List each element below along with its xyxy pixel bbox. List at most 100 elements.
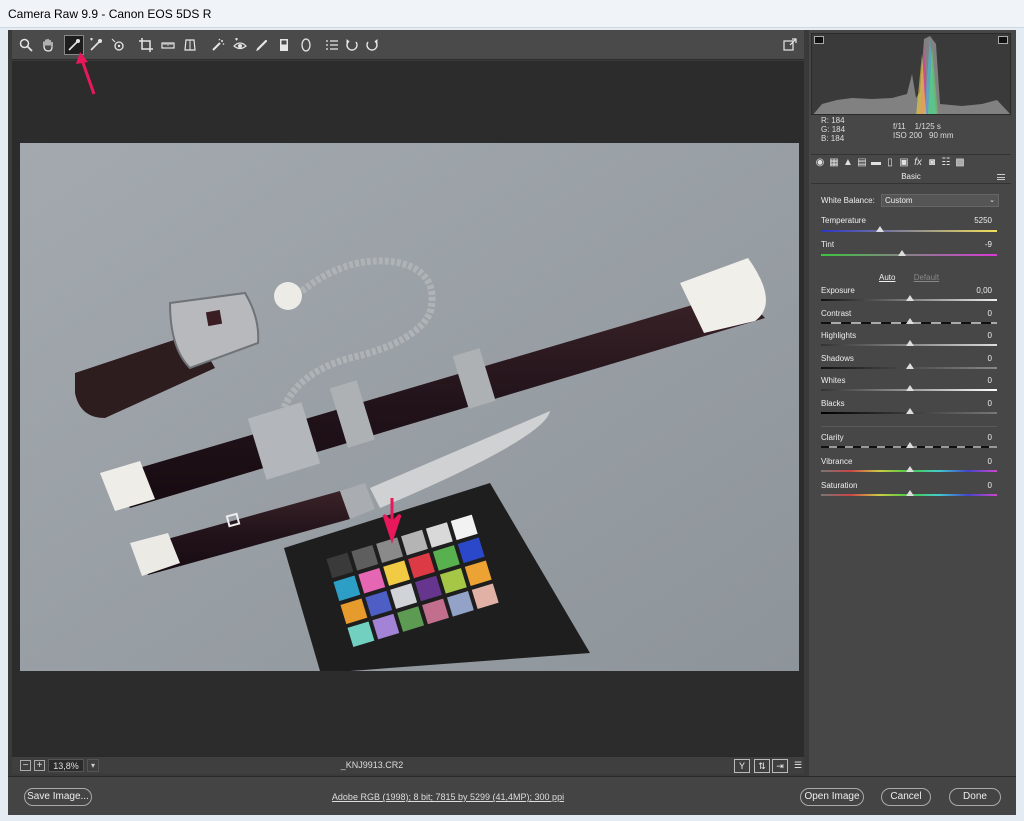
crop-tool-icon[interactable] xyxy=(136,35,156,55)
clarity-thumb[interactable] xyxy=(906,442,914,448)
default-link[interactable]: Default xyxy=(914,273,939,282)
iso-value: ISO 200 xyxy=(893,131,923,140)
g-label: G: xyxy=(821,125,830,134)
preview-image[interactable] xyxy=(20,143,799,671)
zoom-level-field[interactable]: 13,8% xyxy=(48,759,84,772)
highlights-label: Highlights xyxy=(821,331,857,340)
histogram xyxy=(811,33,1011,115)
tint-value[interactable]: -9 xyxy=(985,240,992,249)
temperature-value[interactable]: 5250 xyxy=(974,216,992,225)
fullscreen-toggle-icon[interactable] xyxy=(780,35,800,55)
histogram-graph xyxy=(813,36,1010,114)
exposure-info: f/11 1/125 s ISO 200 90 mm xyxy=(893,122,953,140)
blacks-value[interactable]: 0 xyxy=(988,399,992,408)
contrast-thumb[interactable] xyxy=(906,318,914,324)
targeted-adjustment-tool-icon[interactable] xyxy=(108,35,128,55)
vibrance-thumb[interactable] xyxy=(906,466,914,472)
b-value: 184 xyxy=(830,134,845,143)
open-image-button[interactable]: Open Image xyxy=(800,788,864,806)
tab-split-toning-icon[interactable]: ▬ xyxy=(870,157,882,169)
temperature-thumb[interactable] xyxy=(876,226,884,232)
exposure-value[interactable]: 0,00 xyxy=(976,286,992,295)
chevron-down-icon: ⌄ xyxy=(989,197,995,204)
shutter-value: 1/125 s xyxy=(914,122,941,131)
tab-snapshots-icon[interactable]: ▩ xyxy=(954,157,966,169)
swap-settings-icon[interactable]: ⇅ xyxy=(754,759,770,773)
right-panel: R: 184 G: 184 B: 184 f/11 1/125 s ISO 20… xyxy=(809,30,1016,776)
saturation-value[interactable]: 0 xyxy=(988,481,992,490)
tab-camera-calibration-icon[interactable]: ◙ xyxy=(926,157,938,169)
tab-fx-icon[interactable]: fx xyxy=(912,157,924,169)
toolbar xyxy=(12,30,804,60)
aperture-value: f/11 xyxy=(893,122,906,131)
white-balance-value: Custom xyxy=(885,196,913,205)
tab-effects-icon[interactable]: ▣ xyxy=(898,157,910,169)
file-name: _KNJ9913.CR2 xyxy=(340,760,404,770)
tab-basic-icon[interactable]: ◉ xyxy=(814,157,826,169)
contrast-value[interactable]: 0 xyxy=(988,309,992,318)
panel-menu-icon[interactable] xyxy=(997,174,1005,180)
white-balance-label: White Balance: xyxy=(821,196,875,205)
graduated-filter-tool-icon[interactable] xyxy=(274,35,294,55)
blacks-thumb[interactable] xyxy=(906,408,914,414)
tab-lens-corrections-icon[interactable]: ▯ xyxy=(884,157,896,169)
white-balance-select[interactable]: Custom ⌄ xyxy=(881,194,999,207)
highlights-value[interactable]: 0 xyxy=(988,331,992,340)
vibrance-value[interactable]: 0 xyxy=(988,457,992,466)
tint-thumb[interactable] xyxy=(898,250,906,256)
saturation-thumb[interactable] xyxy=(906,490,914,496)
spot-removal-tool-icon[interactable] xyxy=(208,35,228,55)
zoom-dropdown-chevron-icon[interactable]: ▾ xyxy=(87,759,99,772)
rotate-ccw-icon[interactable] xyxy=(342,35,362,55)
adjustment-brush-tool-icon[interactable] xyxy=(252,35,272,55)
tab-hsl-icon[interactable]: ▤ xyxy=(856,157,868,169)
contrast-label: Contrast xyxy=(821,309,852,318)
exposure-label: Exposure xyxy=(821,286,855,295)
shadows-label: Shadows xyxy=(821,354,854,363)
image-preview-area[interactable] xyxy=(12,61,804,756)
clarity-label: Clarity xyxy=(821,433,844,442)
save-image-button[interactable]: Save Image... xyxy=(24,788,92,806)
preview-status-bar: − + 13,8% ▾ _KNJ9913.CR2 Y ⇅ ⇥ ☰ xyxy=(12,756,804,774)
shadows-value[interactable]: 0 xyxy=(988,354,992,363)
image-info: R: 184 G: 184 B: 184 f/11 1/125 s ISO 20… xyxy=(811,116,1011,150)
whites-thumb[interactable] xyxy=(906,385,914,391)
transform-tool-icon[interactable] xyxy=(180,35,200,55)
zoom-out-button[interactable]: − xyxy=(20,760,31,771)
window-title: Camera Raw 9.9 - Canon EOS 5DS R xyxy=(8,7,212,21)
vibrance-label: Vibrance xyxy=(821,457,853,466)
copy-settings-icon[interactable]: ⇥ xyxy=(772,759,788,773)
auto-link[interactable]: Auto xyxy=(879,273,895,282)
tab-detail-icon[interactable]: ▲ xyxy=(842,157,854,169)
tint-slider[interactable] xyxy=(821,254,997,256)
straighten-tool-icon[interactable] xyxy=(158,35,178,55)
camera-raw-dialog: − + 13,8% ▾ _KNJ9913.CR2 Y ⇅ ⇥ ☰ R: 184 xyxy=(8,30,1016,815)
workflow-options-link[interactable]: Adobe RGB (1998); 8 bit; 7815 by 5299 (4… xyxy=(278,792,618,802)
b-label: B: xyxy=(821,134,829,143)
preview-settings-icon[interactable]: ☰ xyxy=(790,759,806,773)
shadows-thumb[interactable] xyxy=(906,363,914,369)
rotate-cw-icon[interactable] xyxy=(362,35,382,55)
clarity-value[interactable]: 0 xyxy=(988,433,992,442)
focal-length-value: 90 mm xyxy=(929,131,954,140)
zoom-tool-icon[interactable] xyxy=(16,35,36,55)
whites-label: Whites xyxy=(821,376,846,385)
highlights-thumb[interactable] xyxy=(906,340,914,346)
exposure-thumb[interactable] xyxy=(906,295,914,301)
preview-photo-svg xyxy=(20,143,799,671)
preferences-icon[interactable] xyxy=(322,35,342,55)
whites-value[interactable]: 0 xyxy=(988,376,992,385)
hand-tool-icon[interactable] xyxy=(38,35,58,55)
tab-tone-curve-icon[interactable]: ▦ xyxy=(828,157,840,169)
temperature-slider[interactable] xyxy=(821,230,997,232)
zoom-in-button[interactable]: + xyxy=(34,760,45,771)
highlight-clipping-warning-icon[interactable] xyxy=(998,36,1008,44)
panel-tabs: ◉ ▦ ▲ ▤ ▬ ▯ ▣ fx ◙ ☷ ▩ xyxy=(811,154,1011,170)
red-eye-removal-tool-icon[interactable] xyxy=(230,35,250,55)
radial-filter-tool-icon[interactable] xyxy=(296,35,316,55)
before-after-toggle[interactable]: Y xyxy=(734,759,750,773)
done-button[interactable]: Done xyxy=(949,788,1001,806)
cancel-button[interactable]: Cancel xyxy=(881,788,931,806)
shadow-clipping-warning-icon[interactable] xyxy=(814,36,824,44)
tab-presets-icon[interactable]: ☷ xyxy=(940,157,952,169)
